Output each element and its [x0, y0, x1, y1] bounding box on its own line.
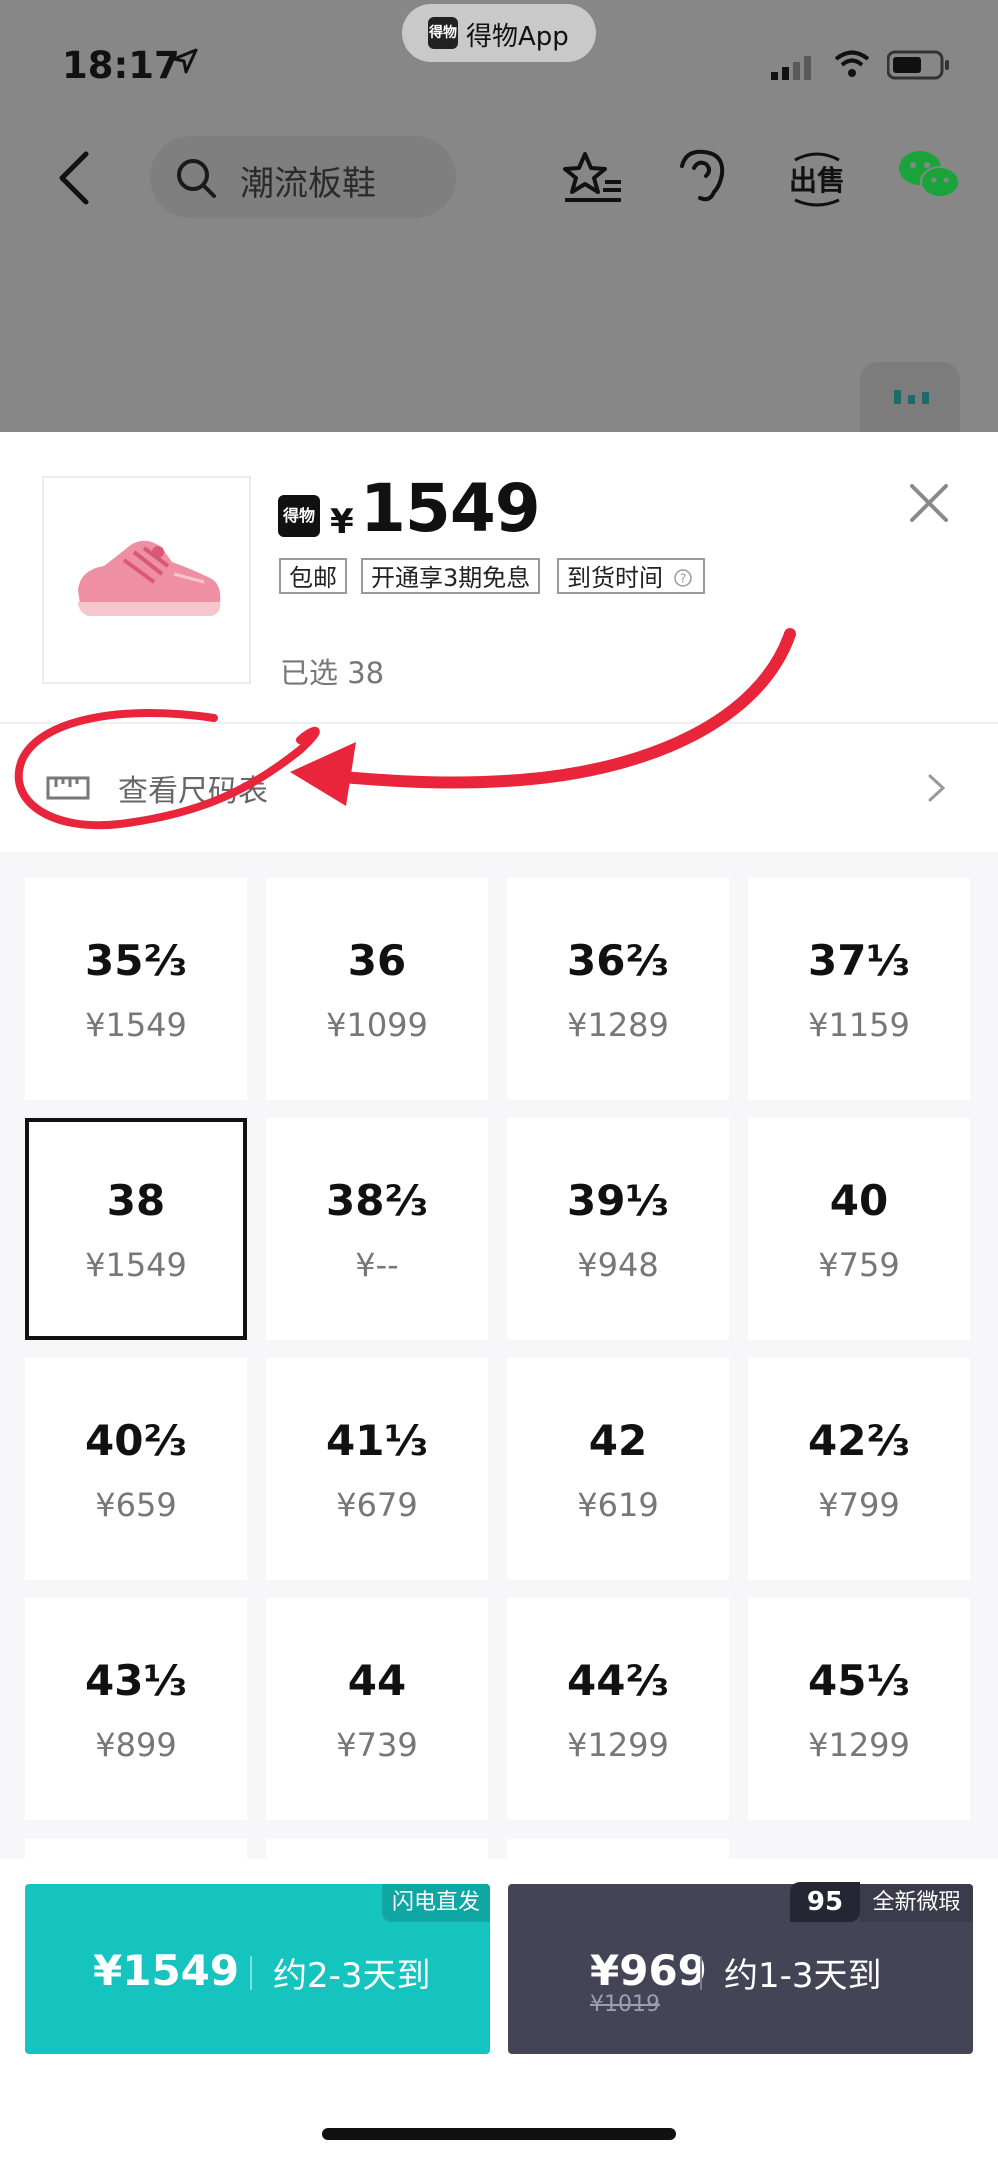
size-label: 44: [347, 1656, 407, 1705]
flash-delivery: 约2-3天到: [273, 1956, 431, 1996]
size-label: 42⅔: [808, 1416, 910, 1465]
search-placeholder: 潮流板鞋: [240, 164, 376, 204]
buy-flash-button[interactable]: 闪电直发 ¥1549 约2-3天到: [25, 1884, 490, 2054]
search-icon: [177, 159, 216, 198]
size-option-cell[interactable]: 45⅓ ¥1299: [748, 1598, 970, 1820]
size-price: ¥799: [818, 1486, 900, 1524]
wifi-icon: [834, 50, 870, 77]
size-price: ¥948: [577, 1246, 659, 1284]
size-label: 43⅓: [85, 1656, 187, 1705]
size-price: ¥--: [355, 1246, 399, 1284]
divider: [250, 1956, 252, 1990]
size-label: 36⅔: [567, 936, 669, 985]
sell-icon[interactable]: 出售: [789, 150, 845, 208]
svg-text:出售: 出售: [789, 164, 845, 197]
divider: [700, 1956, 702, 1990]
new-delivery: 约1-3天到: [724, 1956, 882, 1996]
size-price: ¥899: [95, 1726, 177, 1764]
size-option-cell[interactable]: 40⅔ ¥659: [25, 1358, 247, 1580]
size-price: ¥1549: [85, 1006, 187, 1044]
flash-price: ¥1549: [93, 1946, 240, 1995]
size-option-cell[interactable]: 40 ¥759: [748, 1118, 970, 1340]
product-price: 1549: [360, 470, 541, 547]
tag-delivery-time[interactable]: 到货时间 ?: [557, 558, 705, 594]
size-label: 44⅔: [567, 1656, 669, 1705]
cellular-signal-icon: [771, 56, 811, 80]
size-label: 41⅓: [326, 1416, 428, 1465]
size-option-cell[interactable]: 39⅓ ¥948: [507, 1118, 729, 1340]
flash-badge: 闪电直发: [382, 1884, 490, 1922]
score-badge: 95: [790, 1882, 860, 1922]
size-price: ¥1549: [85, 1246, 187, 1284]
size-price: ¥619: [577, 1486, 659, 1524]
size-price: ¥659: [95, 1486, 177, 1524]
size-label: 36: [347, 936, 407, 985]
app-pill-label: 得物App: [466, 22, 569, 52]
size-price: ¥759: [818, 1246, 900, 1284]
svg-text:?: ?: [680, 572, 686, 586]
size-label: 37⅓: [808, 936, 910, 985]
close-icon[interactable]: [906, 480, 952, 526]
brand-logo-icon: 得物: [278, 495, 320, 537]
help-icon: ?: [674, 569, 692, 587]
size-label: 38: [106, 1176, 166, 1225]
size-price: ¥1299: [808, 1726, 910, 1764]
size-price: ¥1299: [567, 1726, 669, 1764]
tag-free-shipping: 包邮: [279, 558, 347, 594]
new-flawed-badge: 全新微瑕: [860, 1884, 973, 1922]
size-option-cell[interactable]: 37⅓ ¥1159: [748, 878, 970, 1100]
size-label: 35⅔: [85, 936, 187, 985]
size-option-cell[interactable]: 36 ¥1099: [266, 878, 488, 1100]
size-price: ¥1159: [808, 1006, 910, 1044]
currency-symbol: ¥: [330, 502, 354, 542]
size-option-cell[interactable]: 38 ¥1549: [25, 1118, 247, 1340]
size-cell-partial: [266, 1839, 488, 1859]
back-chevron-icon[interactable]: [50, 148, 100, 208]
size-option-cell[interactable]: 42 ¥619: [507, 1358, 729, 1580]
ear-icon[interactable]: [676, 148, 732, 204]
size-option-cell[interactable]: 44 ¥739: [266, 1598, 488, 1820]
tag-installment[interactable]: 开通享3期免息: [361, 558, 541, 594]
size-label: 42: [588, 1416, 648, 1465]
size-option-cell[interactable]: 38⅔ ¥--: [266, 1118, 488, 1340]
size-label: 38⅔: [326, 1176, 428, 1225]
wechat-icon[interactable]: [898, 150, 960, 200]
size-option-cell[interactable]: 41⅓ ¥679: [266, 1358, 488, 1580]
battery-icon: [887, 50, 949, 80]
stats-button[interactable]: [860, 362, 960, 432]
location-arrow-icon: [172, 48, 198, 74]
size-price: ¥739: [336, 1726, 418, 1764]
status-time: 18:17: [62, 44, 180, 87]
home-indicator: [322, 2128, 676, 2140]
buy-new-flawed-button[interactable]: 95 全新微瑕 ¥969 ¥1019 约1-3天到: [508, 1882, 973, 2054]
app-logo-icon: 得物: [428, 17, 458, 49]
tag-delivery-label: 到货时间: [567, 564, 663, 592]
search-input[interactable]: 潮流板鞋: [150, 136, 456, 218]
size-option-cell[interactable]: 36⅔ ¥1289: [507, 878, 729, 1100]
size-label: 39⅓: [567, 1176, 669, 1225]
size-cell-partial: [507, 1839, 729, 1859]
size-option-cell[interactable]: 35⅔ ¥1549: [25, 878, 247, 1100]
new-price: ¥969: [590, 1946, 707, 1995]
size-option-cell[interactable]: 44⅔ ¥1299: [507, 1598, 729, 1820]
size-price: ¥679: [336, 1486, 418, 1524]
app-switch-pill[interactable]: 得物 得物App: [402, 4, 596, 62]
size-cell-partial: [25, 1839, 247, 1859]
size-label: 45⅓: [808, 1656, 910, 1705]
new-original-price: ¥1019: [590, 1992, 660, 2017]
size-price: ¥1099: [326, 1006, 428, 1044]
size-price: ¥1289: [567, 1006, 669, 1044]
size-option-cell[interactable]: 43⅓ ¥899: [25, 1598, 247, 1820]
favorite-list-icon[interactable]: [563, 150, 623, 206]
bar-stats-icon: [894, 390, 929, 404]
size-label: 40⅔: [85, 1416, 187, 1465]
size-option-cell[interactable]: 42⅔ ¥799: [748, 1358, 970, 1580]
size-label: 40: [829, 1176, 889, 1225]
red-annotation-arrow: [14, 628, 796, 830]
